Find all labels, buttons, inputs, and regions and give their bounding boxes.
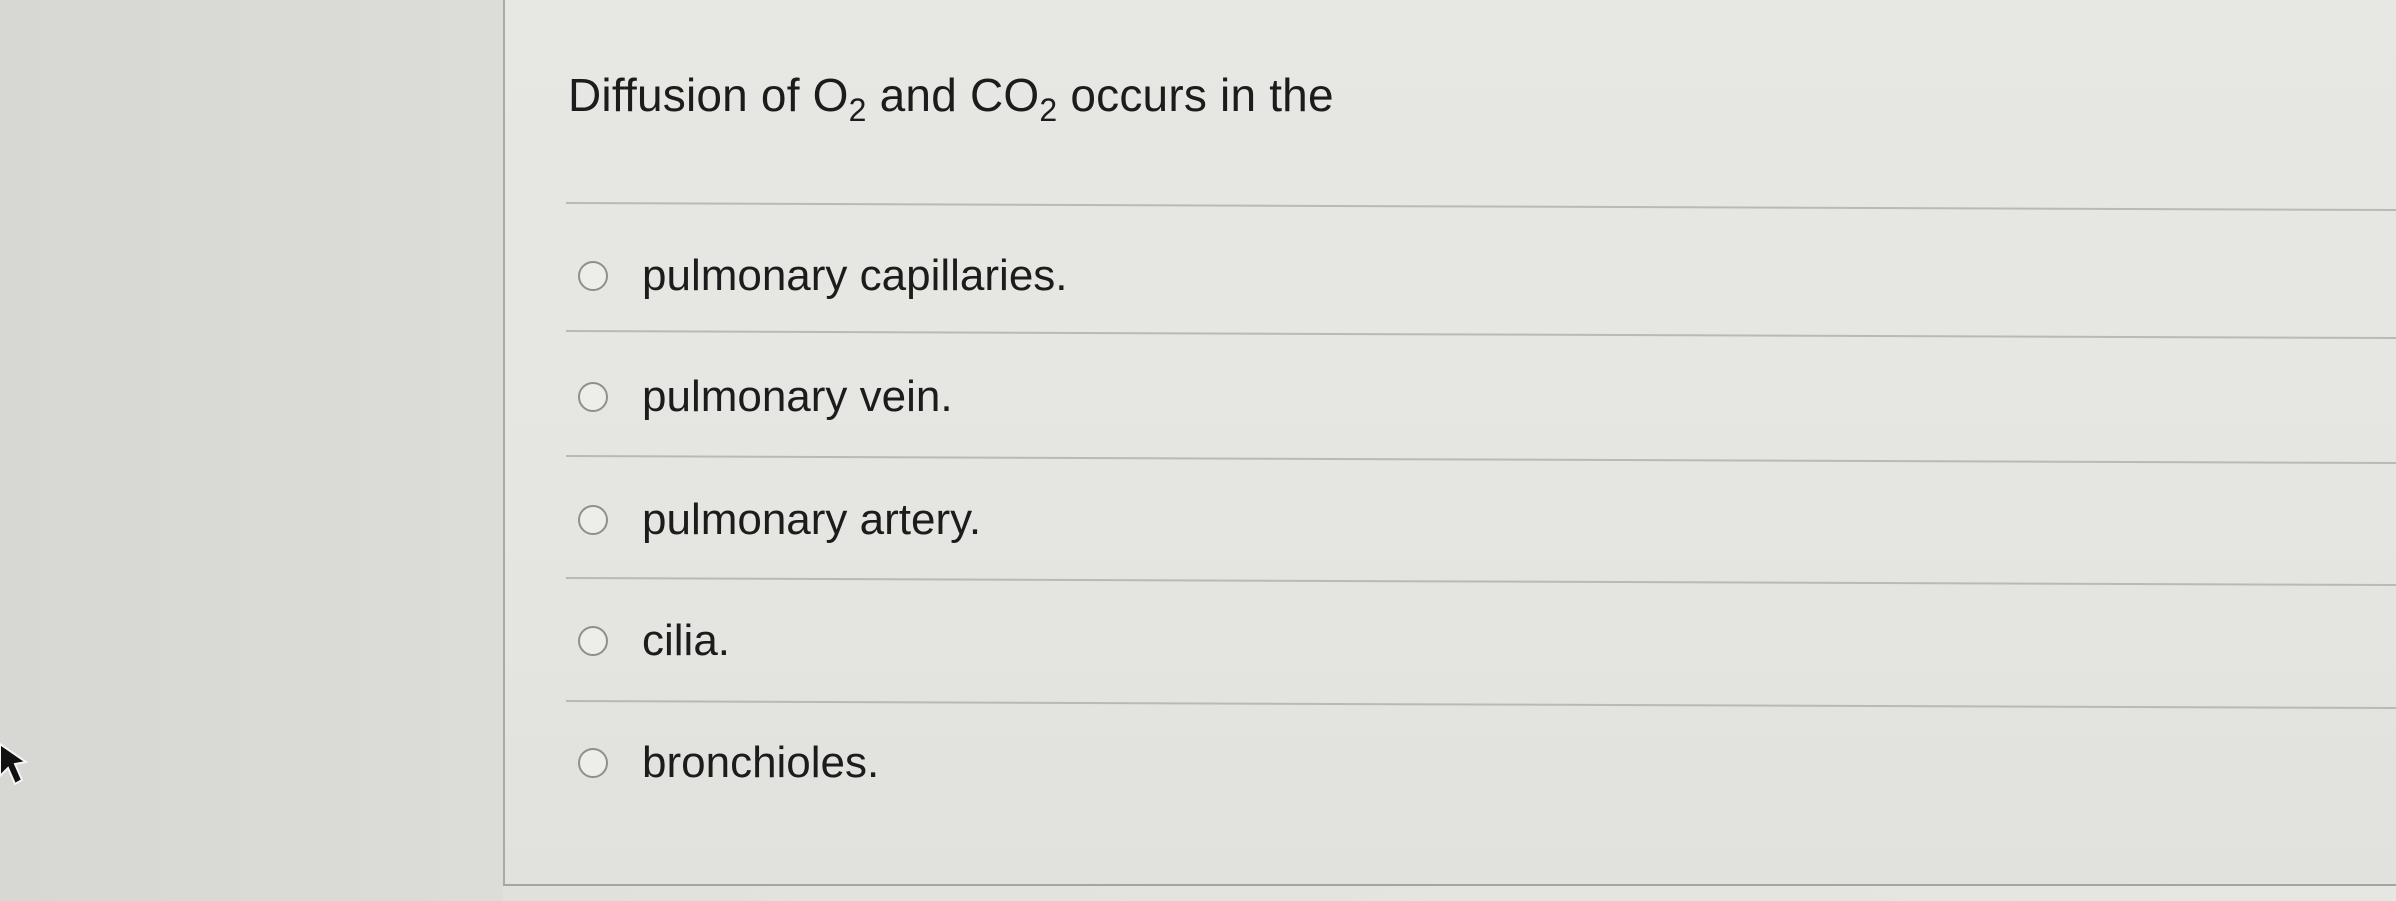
option-label: pulmonary artery. (642, 495, 982, 544)
answer-option-pulmonary-vein[interactable]: pulmonary vein. (578, 367, 953, 427)
mouse-pointer-icon (0, 742, 29, 786)
answer-option-pulmonary-capillaries[interactable]: pulmonary capillaries. (578, 246, 1068, 306)
option-label: pulmonary capillaries. (642, 251, 1068, 300)
option-label: bronchioles. (642, 738, 880, 787)
radio-button[interactable] (578, 626, 608, 656)
radio-button[interactable] (578, 261, 608, 291)
radio-button[interactable] (578, 382, 608, 412)
left-gutter (0, 0, 503, 901)
question-text: Diffusion of O2 and CO2 occurs in the (568, 69, 1334, 128)
radio-button[interactable] (578, 505, 608, 535)
radio-button[interactable] (578, 748, 608, 778)
answer-option-cilia[interactable]: cilia. (578, 611, 730, 671)
answer-option-bronchioles[interactable]: bronchioles. (578, 733, 879, 793)
option-label: pulmonary vein. (642, 372, 953, 421)
answer-option-pulmonary-artery[interactable]: pulmonary artery. (578, 490, 981, 550)
option-label: cilia. (642, 616, 731, 665)
